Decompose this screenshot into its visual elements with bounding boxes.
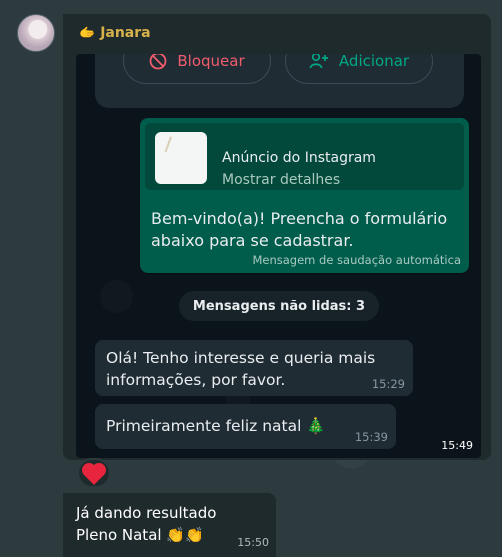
- sender-avatar[interactable]: [17, 14, 55, 52]
- sender-header[interactable]: 🫱 Janara: [79, 25, 151, 41]
- image-attachment[interactable]: Bloquear Adicionar Anúncio do Instagram …: [76, 54, 481, 458]
- ad-message-bubble: Anúncio do Instagram Mostrar detalhes Be…: [140, 118, 469, 273]
- heart-reaction[interactable]: [77, 458, 111, 488]
- message-time: 15:29: [371, 377, 405, 391]
- unread-divider: Mensagens não lidas: 3: [179, 291, 379, 321]
- hand-icon: 🫱: [79, 25, 96, 41]
- sender-name: Janara: [100, 25, 151, 41]
- ad-title: Anúncio do Instagram: [222, 150, 376, 166]
- ad-auto-label: Mensagem de saudação automática: [252, 253, 461, 267]
- ad-details-link: Mostrar detalhes: [222, 172, 341, 188]
- ad-greeting-text: Bem-vindo(a)! Preencha o formulário abai…: [151, 209, 448, 250]
- add-label: Adicionar: [338, 54, 410, 70]
- ad-thumbnail: [155, 132, 207, 184]
- message-time: 15:50: [237, 536, 269, 549]
- add-contact-button: Adicionar: [285, 54, 433, 84]
- incoming-message: Primeiramente feliz natal 🎄 15:39: [95, 404, 396, 449]
- incoming-message: Olá! Tenho interesse e queria mais infor…: [95, 340, 413, 396]
- text-message-bubble: Já dando resultado Pleno Natal 👏👏 15:50: [63, 493, 276, 557]
- message-text: Olá! Tenho interesse e queria mais infor…: [106, 349, 376, 389]
- message-line: Já dando resultado: [76, 504, 217, 522]
- message-line: Pleno Natal 👏👏: [76, 526, 204, 544]
- message-text: Já dando resultado Pleno Natal 👏👏: [76, 502, 216, 546]
- message-text: Primeiramente feliz natal 🎄: [106, 417, 326, 435]
- block-icon: [149, 54, 167, 70]
- block-button: Bloquear: [123, 54, 271, 84]
- message-time: 15:39: [354, 430, 388, 444]
- block-label: Bloquear: [177, 54, 245, 70]
- heart-icon: [84, 465, 104, 485]
- instagram-ad-card: Anúncio do Instagram Mostrar detalhes: [145, 123, 464, 190]
- image-timestamp: 15:49: [441, 439, 473, 452]
- add-person-icon: [309, 54, 328, 69]
